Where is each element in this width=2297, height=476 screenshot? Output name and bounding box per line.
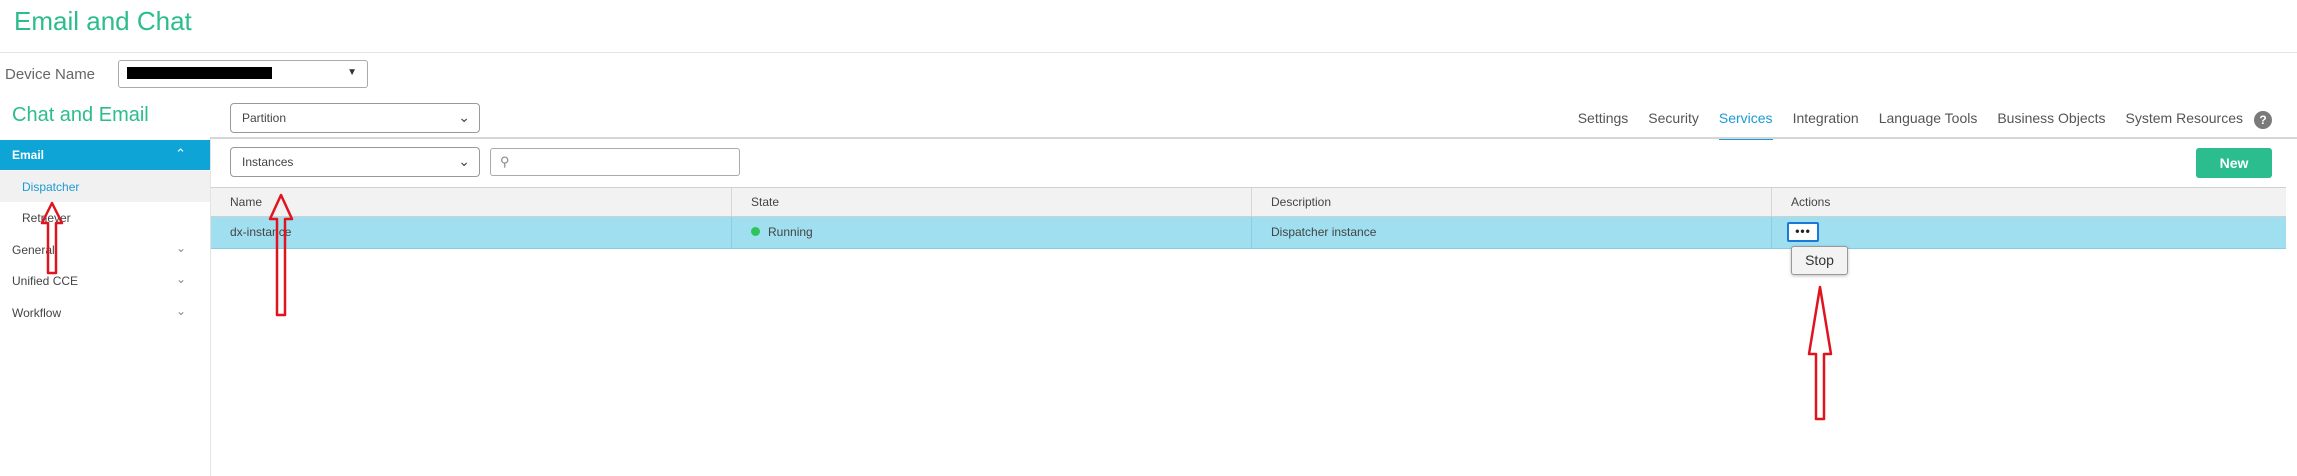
stop-menu-item[interactable]: Stop [1791,246,1848,275]
partition-dropdown-label: Partition [242,111,287,125]
sidebar-item-label: Workflow [12,306,62,320]
tab-settings[interactable]: Settings [1578,110,1629,140]
sidebar-item-label: Unified CCE [12,274,79,288]
chevron-down-icon: ⌄ [458,109,470,125]
cell-description: Dispatcher instance [1252,217,1772,248]
help-icon[interactable]: ? [2254,111,2272,129]
chevron-down-icon: ⌄ [458,153,470,169]
main-tabs: Settings Security Services Integration L… [1558,110,2243,140]
chevron-down-icon: ⌄ [175,304,186,318]
device-name-select[interactable]: ▼ [118,60,368,88]
annotation-arrow-up-icon [268,193,294,317]
tab-services[interactable]: Services [1718,110,1773,140]
annotation-arrow-up-icon [40,201,64,275]
caret-down-icon: ▼ [347,67,357,78]
tab-security[interactable]: Security [1648,110,1699,140]
more-actions-button[interactable]: ••• [1787,222,1819,242]
sidebar-item-general[interactable]: General ⌄ [0,234,210,265]
column-header-actions: Actions [1791,195,1831,209]
chevron-down-icon: ⌄ [175,241,186,255]
chevron-up-icon: ⌃ [175,146,186,161]
app-title: Email and Chat [14,6,192,36]
instances-dropdown-label: Instances [242,155,294,169]
sidebar-item-dispatcher[interactable]: Dispatcher [0,171,210,202]
redacted-device-value [127,67,272,79]
status-running-icon [751,227,760,237]
cell-state: Running [732,217,1252,248]
column-header-state[interactable]: State [732,188,1252,216]
sidebar-item-workflow[interactable]: Workflow ⌄ [0,297,210,328]
annotation-arrow-up-icon [1807,285,1833,421]
device-name-label: Device Name [5,66,96,83]
header-divider [0,52,2297,53]
tab-business-objects[interactable]: Business Objects [1997,110,2105,140]
sidebar-item-email[interactable]: Email ⌃ [0,140,210,170]
new-button[interactable]: New [2196,148,2272,178]
partition-dropdown[interactable]: Partition ⌄ [230,103,480,133]
chevron-down-icon: ⌄ [175,272,186,286]
column-header-description[interactable]: Description [1252,188,1772,216]
search-input[interactable] [517,153,732,171]
search-icon: ⚲ [500,154,510,169]
tab-system-resources[interactable]: System Resources [2126,110,2243,140]
tab-integration[interactable]: Integration [1793,110,1859,140]
search-box: ⚲ [490,148,740,176]
sidebar: Email ⌃ Dispatcher Retriever General ⌄ U… [0,139,211,476]
state-text: Running [768,225,813,239]
instances-table: Name State Description Actions dx-instan… [211,187,2286,249]
instances-dropdown[interactable]: Instances ⌄ [230,147,480,177]
table-header: Name State Description Actions [211,187,2286,217]
sidebar-item-retriever[interactable]: Retriever [0,202,210,233]
sidebar-item-label: Dispatcher [22,180,80,194]
sidebar-item-unified-cce[interactable]: Unified CCE ⌄ [0,265,210,296]
sidebar-item-label: Email [12,148,45,162]
tabs-divider [210,137,2297,139]
cell-actions [1772,217,2286,248]
tab-language-tools[interactable]: Language Tools [1879,110,1978,140]
section-title: Chat and Email [12,104,149,126]
table-row[interactable]: dx-instance Running Dispatcher instance … [211,217,2286,249]
